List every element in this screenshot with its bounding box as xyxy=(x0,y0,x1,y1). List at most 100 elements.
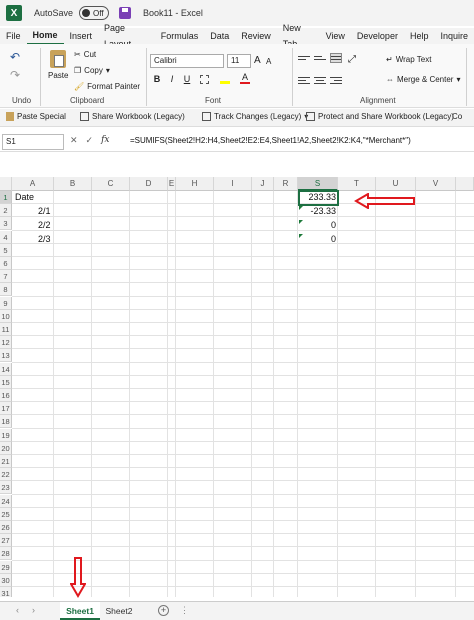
undo-icon[interactable]: ↶ xyxy=(10,50,20,64)
tab-formulas[interactable]: Formulas xyxy=(155,28,205,44)
tab-home[interactable]: Home xyxy=(26,27,64,45)
formula-input[interactable]: =SUMIFS(Sheet2!H2:H4,Sheet2!E2:E4,Sheet1… xyxy=(130,136,411,145)
font-color-button[interactable]: A xyxy=(240,72,250,84)
column-header[interactable] xyxy=(456,177,474,191)
tab-options-icon[interactable]: ⋮ xyxy=(180,605,189,616)
cell-a3[interactable]: 2/2 xyxy=(12,219,52,232)
row-header[interactable]: 19 xyxy=(0,428,12,442)
font-size-select[interactable]: 11 xyxy=(227,54,251,68)
tab-view[interactable]: View xyxy=(320,28,351,44)
cell-a2[interactable]: 2/1 xyxy=(12,205,52,218)
row-header[interactable]: 6 xyxy=(0,257,12,270)
align-top-icon[interactable] xyxy=(298,54,310,64)
tab-developer[interactable]: Developer xyxy=(351,28,404,44)
column-header[interactable]: A xyxy=(12,177,54,191)
row-header[interactable]: 31 xyxy=(0,587,12,597)
row-header[interactable]: 30 xyxy=(0,573,12,587)
row-header[interactable]: 15 xyxy=(0,375,12,389)
merge-center-button[interactable]: ⇔ Merge & Center ▾ xyxy=(386,75,460,84)
row-header[interactable]: 9 xyxy=(0,296,12,310)
enter-icon[interactable]: ✓ xyxy=(86,135,94,146)
column-header[interactable]: I xyxy=(214,177,252,191)
row-header[interactable]: 27 xyxy=(0,534,12,548)
tab-insert[interactable]: Insert xyxy=(64,28,99,44)
cell-s4[interactable]: 0 xyxy=(300,233,336,246)
row-header[interactable]: 8 xyxy=(0,283,12,297)
bold-button[interactable]: B xyxy=(151,74,163,84)
align-middle-icon[interactable] xyxy=(314,54,326,64)
co-button[interactable]: Co xyxy=(452,112,462,121)
column-header[interactable]: E xyxy=(168,177,176,191)
share-workbook-button[interactable]: Share Workbook (Legacy) xyxy=(80,112,185,121)
column-header[interactable]: D xyxy=(130,177,168,191)
tab-help[interactable]: Help xyxy=(404,28,435,44)
column-header[interactable]: J xyxy=(252,177,274,191)
row-header[interactable]: 21 xyxy=(0,455,12,468)
column-header-selected[interactable]: S xyxy=(298,177,338,191)
row-header[interactable]: 3 xyxy=(0,217,12,231)
font-name-select[interactable]: Calibri xyxy=(150,54,224,68)
row-header[interactable]: 7 xyxy=(0,270,12,284)
row-header[interactable]: 17 xyxy=(0,402,12,416)
column-header[interactable]: C xyxy=(92,177,130,191)
row-header[interactable]: 29 xyxy=(0,560,12,574)
row-header[interactable]: 12 xyxy=(0,336,12,350)
tab-file[interactable]: File xyxy=(0,28,27,44)
autosave-toggle[interactable]: Off xyxy=(79,6,110,20)
row-header[interactable]: 4 xyxy=(0,230,12,244)
orientation-icon[interactable]: ⤢ xyxy=(348,54,356,65)
row-header[interactable]: 13 xyxy=(0,349,12,363)
wrap-text-button[interactable]: ↵ Wrap Text xyxy=(386,55,431,64)
sheet-tab-sheet2[interactable]: Sheet2 xyxy=(102,602,136,620)
italic-button[interactable]: I xyxy=(166,74,178,84)
row-header[interactable]: 26 xyxy=(0,521,12,534)
tab-data[interactable]: Data xyxy=(204,28,235,44)
column-header[interactable]: V xyxy=(416,177,456,191)
align-center-icon[interactable] xyxy=(314,75,326,85)
grow-font-button[interactable]: A xyxy=(254,55,261,66)
fill-color-icon[interactable] xyxy=(220,73,230,84)
format-painter-button[interactable]: 🖌 Format Painter xyxy=(74,82,140,91)
tab-review[interactable]: Review xyxy=(235,28,277,44)
row-header[interactable]: 16 xyxy=(0,389,12,402)
column-header[interactable]: R xyxy=(274,177,298,191)
column-header[interactable]: T xyxy=(338,177,376,191)
underline-button[interactable]: U xyxy=(181,74,193,84)
sheet-tab-sheet1[interactable]: Sheet1 xyxy=(60,602,100,620)
paste-button[interactable]: Paste xyxy=(48,50,68,80)
cell-s2[interactable]: -23.33 xyxy=(300,205,336,218)
protect-share-button[interactable]: Protect and Share Workbook (Legacy) xyxy=(306,112,454,121)
save-icon[interactable] xyxy=(119,7,132,19)
paste-special-button[interactable]: Paste Special xyxy=(6,112,66,121)
row-header[interactable]: 18 xyxy=(0,415,12,429)
cell-a4[interactable]: 2/3 xyxy=(12,233,52,246)
insert-function-button[interactable]: fx xyxy=(101,135,109,146)
borders-icon[interactable] xyxy=(200,75,209,84)
row-header[interactable]: 5 xyxy=(0,243,12,257)
row-header[interactable]: 1 xyxy=(0,191,12,204)
column-header[interactable]: U xyxy=(376,177,416,191)
cell-s3[interactable]: 0 xyxy=(300,219,336,232)
row-header[interactable]: 28 xyxy=(0,547,12,561)
name-box[interactable]: S1 xyxy=(2,134,64,150)
row-header[interactable]: 20 xyxy=(0,441,12,455)
row-header[interactable]: 23 xyxy=(0,481,12,495)
track-changes-button[interactable]: Track Changes (Legacy) ▾ xyxy=(202,112,308,121)
cancel-icon[interactable]: ✕ xyxy=(70,135,78,146)
redo-icon[interactable]: ↷ xyxy=(10,68,20,82)
align-left-icon[interactable] xyxy=(298,75,310,85)
column-header[interactable]: B xyxy=(54,177,92,191)
worksheet-grid[interactable]: A B C D E H I J R S T U V 1 2 3 4 5 6 7 8 9 10 11 1… xyxy=(0,177,474,597)
row-header[interactable]: 2 xyxy=(0,204,12,218)
column-header[interactable]: H xyxy=(176,177,214,191)
cell-a1[interactable]: Date xyxy=(15,191,53,204)
shrink-font-button[interactable]: A xyxy=(266,57,271,66)
tab-inquire[interactable]: Inquire xyxy=(434,28,474,44)
align-right-icon[interactable] xyxy=(330,75,342,85)
row-header[interactable]: 22 xyxy=(0,468,12,482)
align-bottom-icon[interactable] xyxy=(330,53,342,63)
copy-button[interactable]: ❐ Copy ▾ xyxy=(74,66,110,75)
row-header[interactable]: 11 xyxy=(0,323,12,336)
row-header[interactable]: 10 xyxy=(0,309,12,323)
cell-s1[interactable]: 233.33 xyxy=(300,191,336,204)
